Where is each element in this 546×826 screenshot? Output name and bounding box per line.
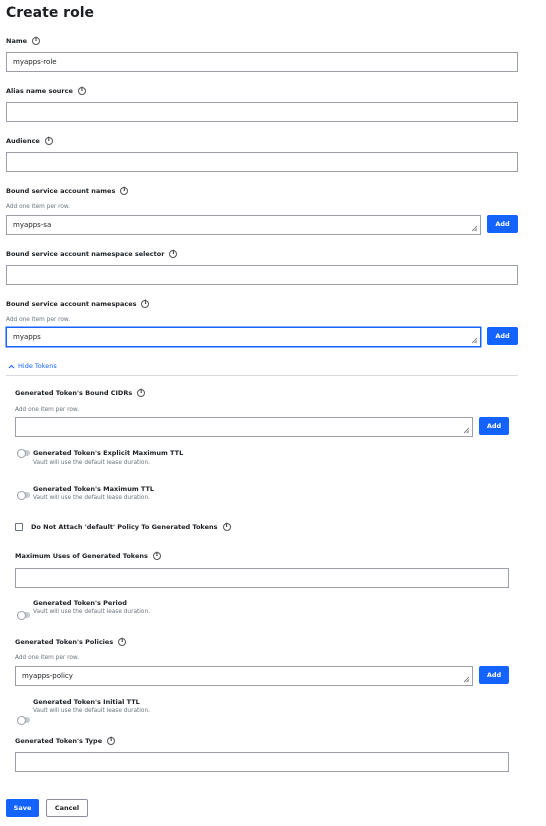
info-icon[interactable]: i [118,638,127,646]
info-icon[interactable]: i [137,389,146,397]
name-input[interactable]: myapps-role [6,52,518,72]
bound-cidrs-textarea[interactable] [15,417,473,437]
bound-cidrs-label: Generated Token's Bound CIDRs i [15,389,146,397]
explicit-max-ttl-help: Vault will use the default lease duratio… [33,460,150,466]
explicit-max-ttl-toggle[interactable] [17,449,30,458]
bound-cidrs-help: Add one item per row. [15,407,79,413]
bound-sa-names-label: Bound service account names i [6,187,129,195]
name-input-value: myapps-role [13,58,57,66]
policies-label-text: Generated Token's Policies [15,638,114,646]
info-icon[interactable]: i [152,552,161,560]
hide-tokens-toggle[interactable]: Hide Tokens [8,362,57,370]
info-icon[interactable]: i [141,300,150,308]
token-type-select[interactable] [15,752,509,772]
page-title: Create role [6,5,94,21]
period-label: Generated Token's Period [33,599,127,607]
info-icon[interactable]: i [44,137,53,145]
resize-grip-icon[interactable] [471,337,478,344]
bound-sa-names-label-text: Bound service account names [6,187,116,195]
max-uses-input[interactable] [15,568,509,588]
max-ttl-help: Vault will use the default lease duratio… [33,495,150,501]
period-help: Vault will use the default lease duratio… [33,609,150,615]
tokens-divider [6,375,518,376]
audience-input[interactable] [6,152,518,172]
bound-sa-ns-label-text: Bound service account namespaces [6,300,137,308]
info-icon[interactable]: i [77,87,86,95]
max-ttl-toggle[interactable] [17,491,30,500]
name-label-text: Name [6,37,28,45]
hide-tokens-label: Hide Tokens [18,362,57,370]
resize-grip-icon[interactable] [471,225,478,232]
ns-selector-label: Bound service account namespace selector… [6,250,178,258]
audience-label-text: Audience [6,137,40,145]
add-bound-sa-ns-button[interactable]: Add [487,327,518,345]
bound-sa-names-textarea[interactable]: myapps-sa [6,215,481,235]
audience-label: Audience i [6,137,53,145]
max-uses-label-text: Maximum Uses of Generated Tokens [15,552,148,560]
chevron-up-icon [8,364,15,368]
bound-sa-ns-value: myapps [13,333,41,341]
info-icon[interactable]: i [32,37,41,45]
max-ttl-label: Generated Token's Maximum TTL [33,485,155,493]
alias-label-text: Alias name source [6,87,73,95]
max-uses-label: Maximum Uses of Generated Tokens i [15,552,161,560]
bound-sa-names-help: Add one item per row. [6,204,70,210]
alias-input[interactable] [6,102,518,122]
alias-label: Alias name source i [6,87,86,95]
policies-help: Add one item per row. [15,655,79,661]
initial-ttl-label: Generated Token's Initial TTL [33,698,140,706]
add-bound-sa-name-button[interactable]: Add [487,215,518,233]
save-button[interactable]: Save [6,799,39,817]
bound-sa-names-value: myapps-sa [13,221,52,229]
add-policy-button[interactable]: Add [479,666,509,684]
policies-textarea[interactable]: myapps-policy [15,666,473,686]
name-label: Name i [6,37,41,45]
initial-ttl-help: Vault will use the default lease duratio… [33,708,150,714]
add-bound-cidr-button[interactable]: Add [479,417,509,435]
info-icon[interactable]: i [107,737,116,745]
explicit-max-ttl-label: Generated Token's Explicit Maximum TTL [33,449,184,457]
ns-selector-label-text: Bound service account namespace selector [6,250,165,258]
bound-sa-ns-textarea[interactable]: myapps [6,327,481,347]
bound-sa-ns-label: Bound service account namespaces i [6,300,150,308]
info-icon[interactable]: i [222,523,231,531]
token-type-label: Generated Token's Type i [15,737,116,745]
cancel-button[interactable]: Cancel [46,799,88,817]
no-default-policy-label: Do Not Attach 'default' Policy To Genera… [31,523,231,531]
resize-grip-icon[interactable] [463,427,470,434]
period-toggle[interactable] [17,611,30,620]
token-type-label-text: Generated Token's Type [15,737,103,745]
policies-value: myapps-policy [22,672,73,680]
no-default-policy-label-text: Do Not Attach 'default' Policy To Genera… [31,523,218,531]
resize-grip-icon[interactable] [463,676,470,683]
no-default-policy-checkbox[interactable] [15,523,23,531]
bound-sa-ns-help: Add one item per row. [6,317,70,323]
ns-selector-input[interactable] [6,265,518,285]
bound-cidrs-label-text: Generated Token's Bound CIDRs [15,389,133,397]
info-icon[interactable]: i [120,187,129,195]
initial-ttl-toggle[interactable] [17,716,30,725]
policies-label: Generated Token's Policies i [15,638,127,646]
info-icon[interactable]: i [169,250,178,258]
